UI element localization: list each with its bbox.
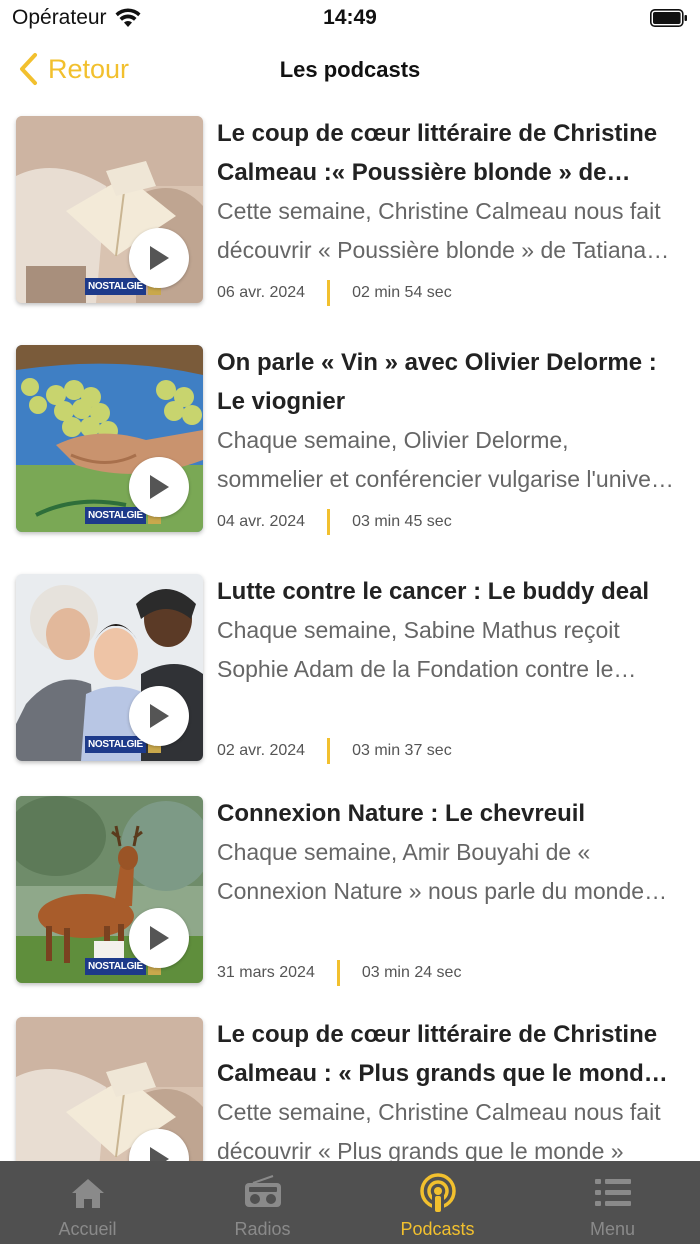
podcast-title: On parle « Vin » avec Olivier Delorme : … <box>217 349 657 415</box>
podcast-thumbnail: NOSTALGIE + <box>16 574 203 761</box>
podcast-item[interactable]: NOSTALGIE + Lutte contre le cancer : Le … <box>0 562 700 764</box>
podcast-meta: 06 avr. 2024 02 min 54 sec <box>217 280 452 306</box>
divider <box>327 509 331 535</box>
tab-menu[interactable]: Menu <box>525 1161 700 1244</box>
play-button[interactable] <box>129 686 189 746</box>
tab-label: Radios <box>234 1219 291 1239</box>
podcast-description: Chaque semaine, Amir Bouyahi de « Connex… <box>217 839 645 904</box>
podcast-title: Le coup de cœur littéraire de Christine … <box>217 1021 658 1087</box>
menu-icon <box>594 1179 631 1206</box>
podcast-meta: 04 avr. 2024 03 min 45 sec <box>217 509 452 535</box>
podcast-item[interactable]: NOSTALGIE + Le coup de cœur littéraire d… <box>0 104 700 306</box>
podcast-thumbnail: NOSTALGIE + <box>16 345 203 532</box>
tab-radios[interactable]: Radios <box>175 1161 350 1244</box>
tab-accueil[interactable]: Accueil <box>0 1161 175 1244</box>
podcast-title: Connexion Nature : Le chevreuil <box>217 800 586 827</box>
home-icon <box>71 1179 104 1208</box>
battery-icon <box>650 9 687 27</box>
podcasts-screen: Opérateur 14:49 Retour Les podcasts NOST… <box>0 0 700 1244</box>
radio-icon <box>244 1175 281 1207</box>
tab-bar: Accueil Radios Podcasts Menu <box>0 1161 700 1244</box>
play-icon <box>150 704 169 728</box>
tab-podcasts[interactable]: Podcasts <box>350 1161 525 1244</box>
play-button[interactable] <box>129 228 189 288</box>
podcast-date: 06 avr. 2024 <box>217 284 306 301</box>
podcast-icon <box>419 1173 456 1213</box>
podcast-title: Le coup de cœur littéraire de Christine … <box>217 120 658 186</box>
play-button[interactable] <box>129 457 189 517</box>
podcast-date: 04 avr. 2024 <box>217 513 306 530</box>
play-icon <box>150 475 169 499</box>
podcast-description: Chaque semaine, Olivier Delorme, sommeli… <box>217 427 671 492</box>
divider <box>327 738 331 764</box>
podcast-description: Cette semaine, Christine Calmeau nous fa… <box>217 198 661 263</box>
podcast-thumbnail: NOSTALGIE + <box>16 796 203 983</box>
podcast-duration: 03 min 45 sec <box>352 513 452 530</box>
podcast-title: Lutte contre le cancer : Le buddy deal <box>217 578 650 605</box>
play-button[interactable] <box>129 908 189 968</box>
podcast-meta: 31 mars 2024 03 min 24 sec <box>217 960 461 986</box>
podcast-duration: 03 min 24 sec <box>361 964 462 981</box>
podcast-date: 31 mars 2024 <box>217 964 315 981</box>
divider <box>336 960 340 986</box>
podcast-item[interactable]: NOSTALGIE + On parle « Vin » avec Olivie… <box>0 333 700 535</box>
podcast-thumbnail: NOSTALGIE + <box>16 116 203 303</box>
play-icon <box>150 246 169 270</box>
podcast-meta: 02 avr. 2024 03 min 37 sec <box>217 738 452 764</box>
clock: 14:49 <box>323 6 377 29</box>
status-bar: Opérateur 14:49 <box>0 0 700 36</box>
tab-label: Accueil <box>58 1219 117 1239</box>
podcast-duration: 03 min 37 sec <box>352 742 452 759</box>
navigation-bar: Retour Les podcasts <box>0 40 700 104</box>
podcast-description: Cette semaine, Christine Calmeau nous fa… <box>217 1099 661 1164</box>
play-icon <box>150 926 169 950</box>
podcast-description: Chaque semaine, Sabine Mathus reçoit Sop… <box>217 617 620 682</box>
divider <box>327 280 331 306</box>
podcast-duration: 02 min 54 sec <box>352 284 452 301</box>
tab-label: Podcasts <box>400 1219 475 1239</box>
tab-label: Menu <box>589 1219 636 1239</box>
page-title: Les podcasts <box>279 57 421 82</box>
podcast-item[interactable]: NOSTALGIE + Connexion Nature : Le chevre… <box>0 784 700 986</box>
podcast-date: 02 avr. 2024 <box>217 742 306 759</box>
